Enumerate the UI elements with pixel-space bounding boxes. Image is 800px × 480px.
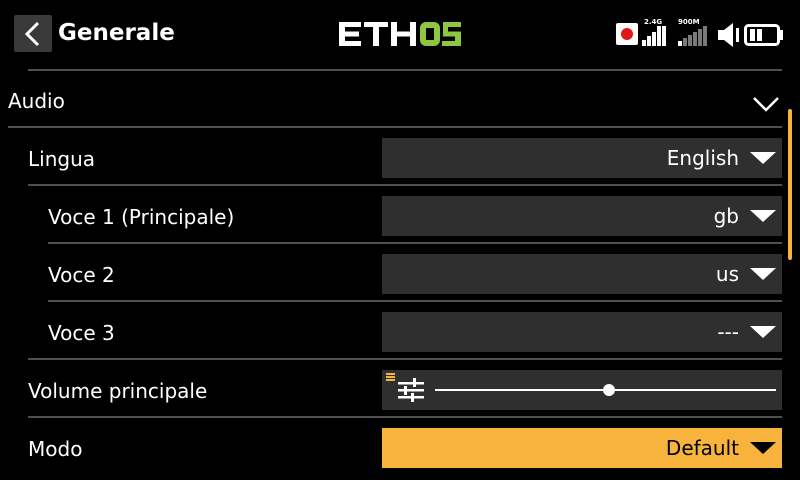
record-icon [616, 23, 638, 45]
scrollbar[interactable] [788, 109, 792, 260]
chevron-left-icon [24, 21, 40, 47]
language-label: Lingua [28, 147, 96, 171]
divider [28, 69, 782, 71]
mode-value: Default [665, 436, 739, 460]
divider [8, 126, 782, 128]
voice2-dropdown[interactable]: us [382, 254, 782, 294]
band-900m-label: 900M [678, 18, 700, 26]
mode-label: Modo [28, 437, 83, 461]
caret-down-icon [750, 152, 776, 164]
voice3-value: --- [717, 320, 739, 344]
divider [28, 184, 782, 186]
divider [28, 416, 782, 418]
voice3-label: Voce 3 [48, 321, 115, 345]
section-title: Audio [8, 89, 65, 113]
divider [28, 358, 782, 360]
divider [48, 300, 782, 302]
signal-900m-icon [678, 26, 714, 46]
header-bar: Generale 2.4G 900M [0, 0, 800, 66]
volume-slider-field[interactable] [382, 370, 782, 410]
back-button[interactable] [14, 15, 52, 52]
status-area: 2.4G 900M [612, 14, 788, 50]
caret-down-icon [750, 326, 776, 338]
settings-list: Audio Lingua English Voce 1 (Principale)… [0, 66, 800, 480]
caret-down-icon [750, 442, 776, 454]
speaker-icon [718, 23, 739, 47]
voice1-dropdown[interactable]: gb [382, 196, 782, 236]
language-value: English [666, 146, 739, 170]
page-title: Generale [58, 20, 175, 46]
voice3-dropdown[interactable]: --- [382, 312, 782, 352]
ethos-logo [339, 22, 461, 46]
battery-icon [744, 24, 783, 46]
menu-indicator-icon [386, 373, 395, 382]
divider [48, 242, 782, 244]
voice1-value: gb [713, 204, 739, 228]
caret-down-icon [750, 210, 776, 222]
voice2-value: us [715, 262, 739, 286]
screen: Generale 2.4G 900M Audio Lingua English … [0, 0, 800, 480]
voice1-label: Voce 1 (Principale) [48, 205, 235, 229]
caret-down-icon [750, 268, 776, 280]
volume-slider-handle[interactable] [602, 384, 615, 396]
chevron-down-icon [753, 97, 779, 112]
voice2-label: Voce 2 [48, 263, 115, 287]
language-dropdown[interactable]: English [382, 138, 782, 178]
tune-icon[interactable] [397, 378, 425, 402]
signal-2g4-icon [642, 26, 668, 46]
volume-label: Volume principale [28, 379, 208, 403]
band-2g4-label: 2.4G [644, 18, 663, 26]
section-header-audio[interactable]: Audio [0, 72, 800, 126]
mode-dropdown[interactable]: Default [382, 428, 782, 468]
